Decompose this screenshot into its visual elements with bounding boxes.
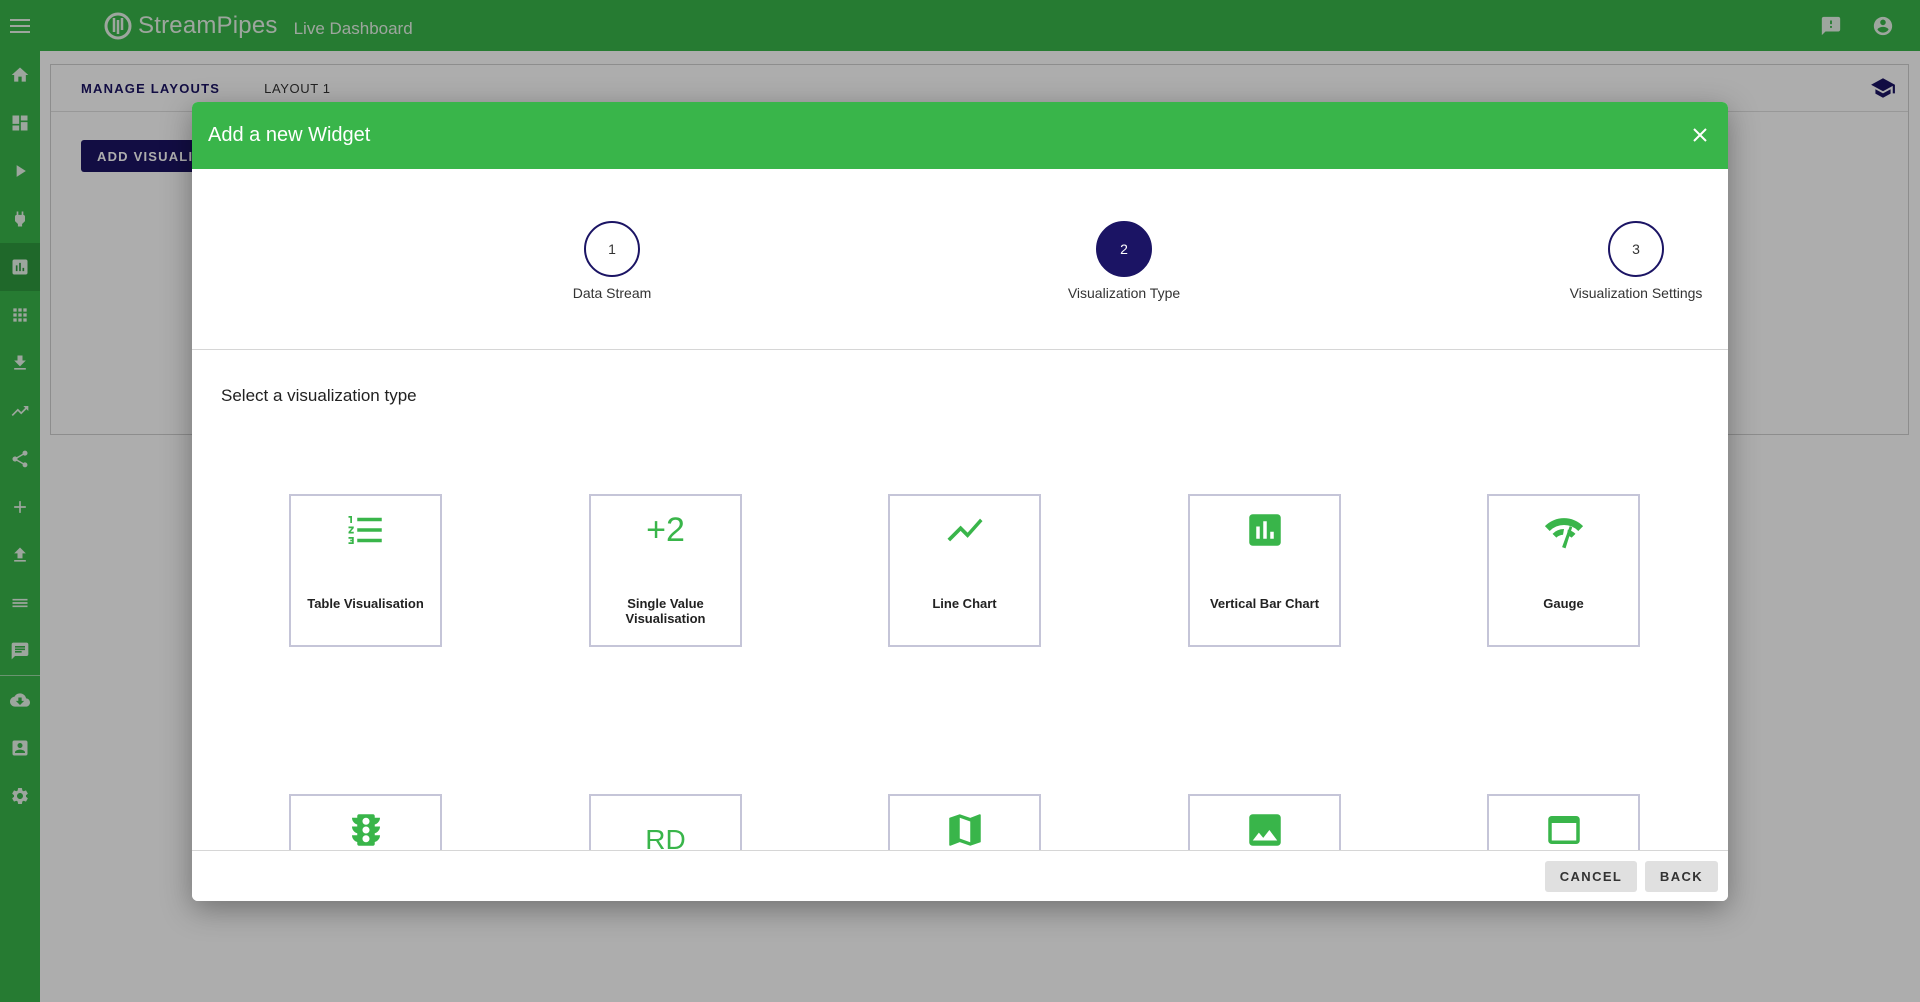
- insert-chart-icon: [1248, 514, 1281, 546]
- viz-tile-rd[interactable]: RD: [589, 794, 742, 850]
- viz-tile-single-value[interactable]: +2 Single Value Visualisation: [589, 494, 742, 647]
- traffic-light-icon: [351, 814, 380, 846]
- tile-label: Vertical Bar Chart: [1209, 596, 1320, 611]
- step-label: Visualization Type: [1067, 285, 1181, 301]
- viz-tile-image[interactable]: [1188, 794, 1341, 850]
- rd-text-icon: RD: [645, 824, 686, 850]
- viz-tile-line-chart[interactable]: Line Chart: [888, 494, 1041, 647]
- stepper: 1 Data Stream 2 Visualization Type 3 Vis…: [192, 169, 1728, 350]
- viz-tile-table[interactable]: Table Visualisation: [289, 494, 442, 647]
- step-number: 3: [1608, 221, 1664, 277]
- show-chart-icon: [947, 518, 982, 542]
- dialog-body: Select a visualization type Table Visual…: [192, 350, 1728, 850]
- format-list-numbered-icon: [348, 516, 382, 544]
- cancel-button[interactable]: CANCEL: [1545, 861, 1637, 892]
- dialog-footer: CANCEL BACK: [192, 850, 1728, 901]
- viz-tile-html[interactable]: [1487, 794, 1640, 850]
- step-data-stream[interactable]: 1 Data Stream: [512, 221, 712, 301]
- plus-two-text-icon: +2: [646, 510, 685, 549]
- close-icon: [1693, 128, 1707, 142]
- tile-label: Single Value Visualisation: [625, 596, 706, 626]
- step-visualization-settings[interactable]: 3 Visualization Settings: [1536, 221, 1728, 301]
- image-icon: [1248, 814, 1281, 846]
- viz-tile-vertical-bar-chart[interactable]: Vertical Bar Chart: [1188, 494, 1341, 647]
- viz-tile-traffic-light[interactable]: [289, 794, 442, 850]
- web-window-icon: [1547, 816, 1580, 844]
- viz-tile-map[interactable]: [888, 794, 1041, 850]
- viz-tile-gauge[interactable]: Gauge: [1487, 494, 1640, 647]
- section-title: Select a visualization type: [221, 386, 417, 405]
- dialog-title: Add a new Widget: [208, 124, 371, 146]
- tile-label: Line Chart: [932, 596, 997, 611]
- gauge-icon: [1544, 518, 1583, 549]
- step-number: 2: [1096, 221, 1152, 277]
- step-label: Data Stream: [572, 285, 652, 301]
- back-button[interactable]: BACK: [1645, 861, 1718, 892]
- step-visualization-type[interactable]: 2 Visualization Type: [1024, 221, 1224, 301]
- step-label: Visualization Settings: [1569, 285, 1703, 301]
- tile-label: Table Visualisation: [307, 596, 424, 611]
- step-number: 1: [584, 221, 640, 277]
- dialog-header: Add a new Widget: [192, 102, 1728, 169]
- add-widget-dialog: Add a new Widget 1 Data Stream 2 Visuali…: [192, 102, 1728, 901]
- map-icon: [948, 814, 981, 846]
- tile-label: Gauge: [1543, 596, 1584, 611]
- close-button[interactable]: [1688, 123, 1712, 147]
